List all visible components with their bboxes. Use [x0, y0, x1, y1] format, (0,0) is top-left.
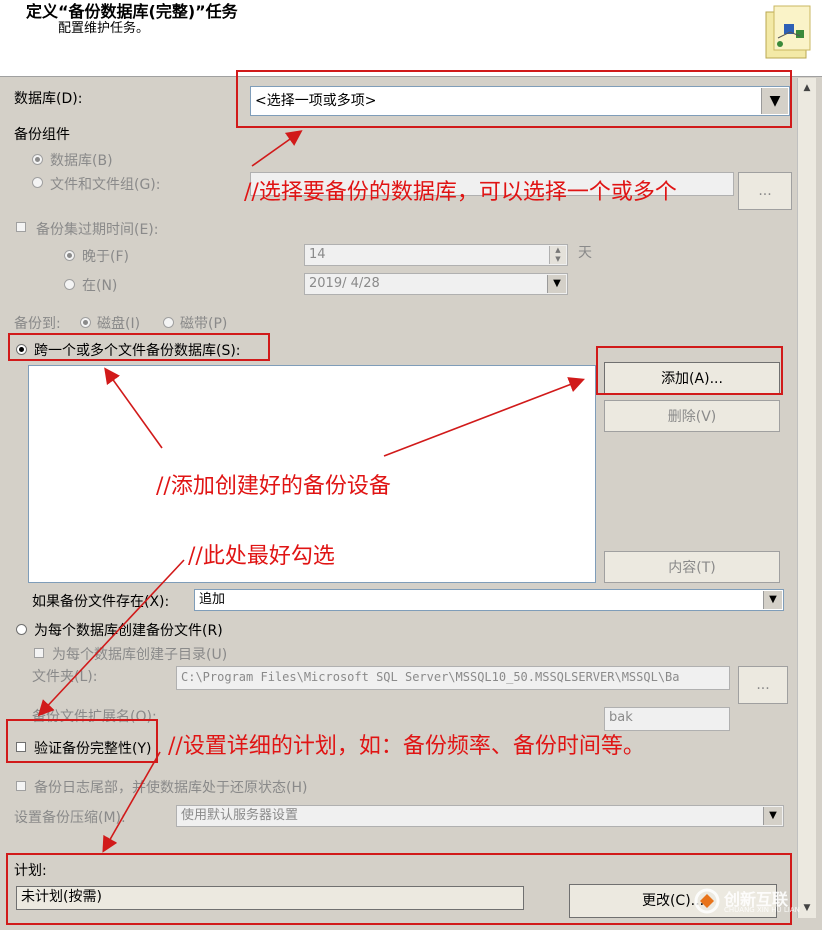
- expire-on-radio[interactable]: [64, 279, 75, 290]
- folder-input[interactable]: C:\Program Files\Microsoft SQL Server\MS…: [176, 666, 730, 690]
- highlight-schedule-box: [6, 853, 792, 925]
- watermark: 创新互联 CHUANG XIN HU LIAN: [694, 884, 814, 924]
- annotation-select-db: //选择要备份的数据库，可以选择一个或多个: [244, 180, 677, 205]
- expire-label: 备份集过期时间(E):: [36, 222, 159, 238]
- expire-after-radio[interactable]: [64, 250, 75, 261]
- annotation-best-check: //此处最好勾选: [188, 544, 335, 569]
- if-exists-label: 如果备份文件存在(X):: [32, 594, 170, 610]
- chevron-down-icon[interactable]: ▼: [547, 275, 566, 293]
- annotation-add-device: //添加创建好的备份设备: [156, 474, 391, 499]
- expire-days-input[interactable]: 14 ▲ ▼: [304, 244, 568, 266]
- backup-component-label: 备份组件: [14, 127, 70, 143]
- chevron-down-icon[interactable]: ▼: [763, 807, 782, 825]
- disk-radio[interactable]: [80, 317, 91, 328]
- subdir-label: 为每个数据库创建子目录(U): [52, 647, 228, 663]
- tail-log-label: 备份日志尾部，并使数据库处于还原状态(H): [34, 780, 308, 796]
- per-database-radio[interactable]: [16, 624, 27, 635]
- files-browse-button[interactable]: ...: [738, 172, 792, 210]
- database-component-label: 数据库(B): [50, 153, 113, 169]
- page-subtitle: 配置维护任务。: [58, 21, 150, 36]
- spinner-icon[interactable]: ▲ ▼: [549, 246, 566, 264]
- expire-checkbox[interactable]: [16, 222, 26, 232]
- highlight-span-files-box: [8, 333, 270, 361]
- arrow-to-database: [251, 130, 303, 167]
- database-component-radio[interactable]: [32, 154, 43, 165]
- backup-to-label: 备份到:: [14, 316, 61, 332]
- compression-select[interactable]: 使用默认服务器设置 ▼: [176, 805, 784, 827]
- per-database-label: 为每个数据库创建备份文件(R): [34, 623, 223, 639]
- folder-label: 文件夹(L):: [32, 669, 98, 685]
- expire-days-value: 14: [309, 247, 326, 262]
- arrow-to-schedule: [102, 751, 161, 853]
- watermark-logo-icon: [694, 888, 720, 914]
- compression-label: 设置备份压缩(M):: [14, 810, 126, 826]
- annotation-schedule-detail: //设置详细的计划，如：备份频率、备份时间等。: [168, 734, 645, 759]
- expire-on-label: 在(N): [82, 278, 118, 294]
- watermark-subtext: CHUANG XIN HU LIAN: [724, 906, 800, 914]
- tail-log-checkbox[interactable]: [16, 781, 26, 791]
- expire-after-label: 晚于(F): [82, 249, 129, 265]
- vertical-scrollbar[interactable]: ▲ ▼: [797, 78, 816, 918]
- expire-date-value: 2019/ 4/28: [309, 276, 380, 291]
- expire-unit-label: 天: [578, 245, 592, 261]
- files-component-label: 文件和文件组(G):: [50, 177, 161, 193]
- scroll-up-icon[interactable]: ▲: [798, 80, 816, 96]
- compression-value: 使用默认服务器设置: [181, 808, 299, 823]
- subdir-checkbox[interactable]: [34, 648, 44, 658]
- chevron-down-icon[interactable]: ▼: [763, 591, 782, 609]
- maintenance-task-icon: [765, 5, 811, 59]
- highlight-database-box: [236, 70, 792, 128]
- disk-label: 磁盘(I): [97, 316, 141, 332]
- tape-label: 磁带(P): [180, 316, 228, 332]
- expire-date-picker[interactable]: 2019/ 4/28 ▼: [304, 273, 568, 295]
- if-exists-select[interactable]: 追加 ▼: [194, 589, 784, 611]
- dialog-header: 定义“备份数据库(完整)”任务 配置维护任务。: [0, 0, 822, 77]
- contents-button[interactable]: 内容(T): [604, 551, 780, 583]
- if-exists-value: 追加: [199, 592, 226, 607]
- remove-button[interactable]: 删除(V): [604, 400, 780, 432]
- highlight-add-button-box: [596, 346, 783, 395]
- tape-radio[interactable]: [163, 317, 174, 328]
- highlight-verify-box: [6, 719, 158, 763]
- folder-browse-button[interactable]: ...: [738, 666, 788, 704]
- files-component-radio[interactable]: [32, 177, 43, 188]
- database-label: 数据库(D):: [14, 91, 83, 107]
